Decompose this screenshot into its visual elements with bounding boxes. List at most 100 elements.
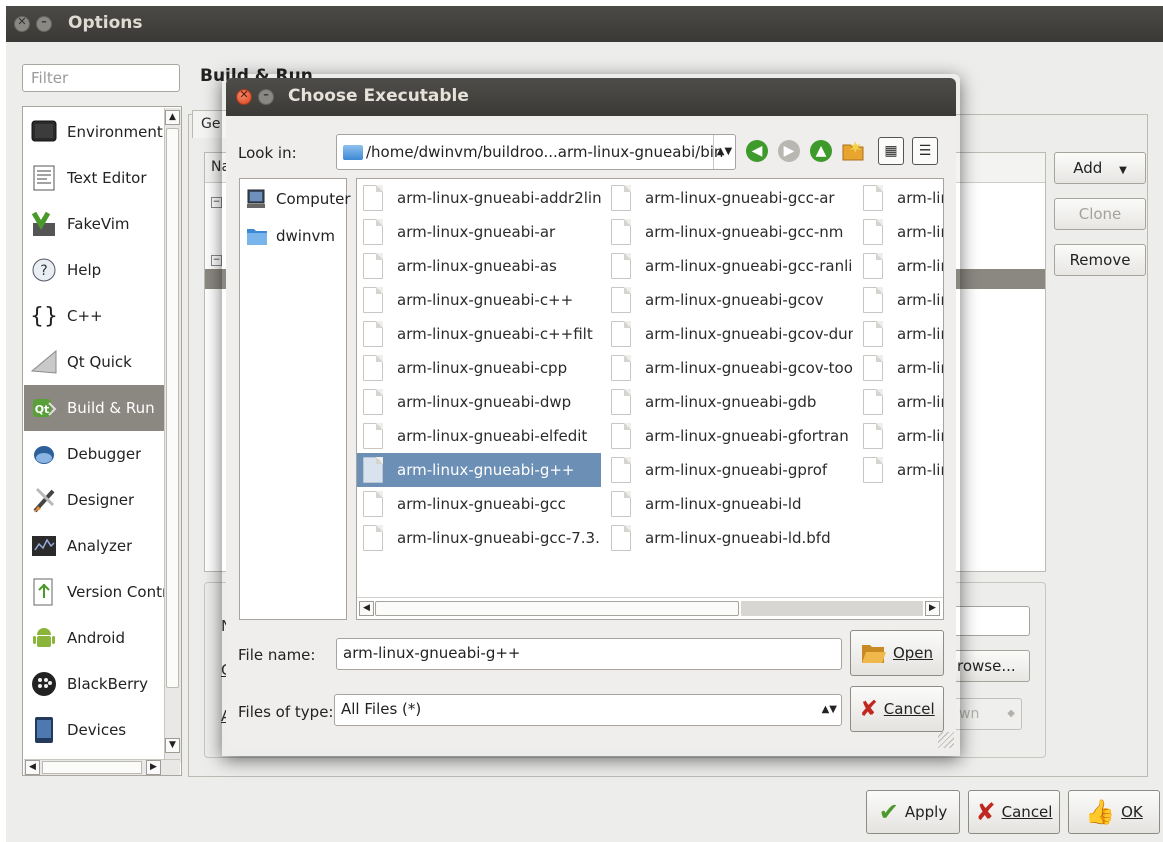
file-item[interactable]: arm-linux-gnueabi-as xyxy=(357,249,601,283)
ok-button[interactable]: 👍 OK xyxy=(1068,790,1160,834)
file-type-combo[interactable]: All Files (*) ▲▼ xyxy=(334,694,842,726)
file-item[interactable]: arm-linux-gnueabi-c++ xyxy=(357,283,601,317)
remove-button[interactable]: Remove xyxy=(1054,244,1146,276)
file-item[interactable]: arm-linux-gnueabi-elfedit xyxy=(357,419,601,453)
cancel-label: Cancel xyxy=(883,700,935,718)
file-item[interactable]: arm-linux-gnueabi-gcov xyxy=(605,283,853,317)
file-item[interactable]: arm-linux-gnueabi-ar xyxy=(357,215,601,249)
browse-button[interactable]: rowse... xyxy=(954,650,1030,682)
close-window-button[interactable]: ✕ xyxy=(14,15,30,32)
file-item[interactable]: arm-lin xyxy=(857,181,943,215)
look-in-combo[interactable]: /home/dwinvm/buildroo...arm-linux-gnueab… xyxy=(336,134,736,170)
category-item-blackberry[interactable]: BlackBerry xyxy=(24,661,164,707)
scrollbar-track[interactable] xyxy=(741,601,923,616)
filter-input[interactable]: Filter xyxy=(22,64,180,92)
file-item[interactable]: arm-linux-gnueabi-gcc xyxy=(357,487,601,521)
file-item[interactable]: arm-linux-gnueabi-dwp xyxy=(357,385,601,419)
file-icon xyxy=(863,423,883,449)
dialog-minimize-button[interactable]: – xyxy=(258,88,274,105)
file-item[interactable]: arm-lin xyxy=(857,283,943,317)
abi-spinbox[interactable]: wn ◆ xyxy=(954,698,1022,730)
file-item[interactable]: arm-linux-gnueabi-gcc-nm xyxy=(605,215,853,249)
file-item[interactable]: arm-linux-gnueabi-gcov-dump xyxy=(605,317,853,351)
name-input[interactable] xyxy=(954,606,1030,636)
new-folder-button[interactable] xyxy=(840,138,866,164)
file-item[interactable]: arm-linux-gnueabi-c++filt xyxy=(357,317,601,351)
dialog-cancel-button[interactable]: ✘ Cancel xyxy=(850,686,944,732)
category-item-environment[interactable]: Environment xyxy=(24,109,164,155)
file-item[interactable]: arm-lin xyxy=(857,351,943,385)
detail-view-button[interactable]: ☰ xyxy=(912,137,938,165)
file-item[interactable]: arm-linux-gnueabi-cpp xyxy=(357,351,601,385)
file-item[interactable]: arm-linux-gnueabi-gdb xyxy=(605,385,853,419)
places-sidebar[interactable]: Computer dwinvm xyxy=(239,178,351,620)
category-item-version-control[interactable]: Version Control xyxy=(24,569,164,615)
parent-directory-button[interactable]: ▲ xyxy=(808,138,834,164)
forward-button[interactable]: ▶ xyxy=(776,138,802,164)
file-item[interactable]: arm-linux-gnueabi-gprof xyxy=(605,453,853,487)
category-item-designer[interactable]: Designer xyxy=(24,477,164,523)
category-label: Designer xyxy=(67,491,135,509)
file-list-horizontal-scrollbar[interactable]: ◀ ▶ xyxy=(357,597,943,619)
tree-expander-icon[interactable]: − xyxy=(211,197,222,208)
place-dwinvm[interactable]: dwinvm xyxy=(246,225,335,247)
category-item-text-editor[interactable]: Text Editor xyxy=(24,155,164,201)
dialog-close-button[interactable]: ✕ xyxy=(236,88,252,105)
category-item-help[interactable]: ? Help xyxy=(24,247,164,293)
category-vertical-scrollbar[interactable]: ▲ ▼ xyxy=(164,108,181,763)
scroll-up-arrow-icon[interactable]: ▲ xyxy=(165,110,180,125)
file-item[interactable]: arm-lin xyxy=(857,215,943,249)
category-item-build-run[interactable]: Qt Build & Run xyxy=(24,385,164,431)
scrollbar-thumb[interactable] xyxy=(42,761,142,774)
file-item[interactable]: arm-linux-gnueabi-gcc-7.3.1 xyxy=(357,521,601,555)
clone-button[interactable]: Clone xyxy=(1054,198,1146,230)
category-list[interactable]: Environment Text Editor FakeVim ? Help {… xyxy=(22,106,182,776)
apply-button[interactable]: ✔ Apply xyxy=(866,790,960,834)
category-item-qt-quick[interactable]: Qt Quick xyxy=(24,339,164,385)
category-item-fakevim[interactable]: FakeVim xyxy=(24,201,164,247)
file-item[interactable]: arm-lin xyxy=(857,249,943,283)
file-item[interactable]: arm-lin xyxy=(857,453,943,487)
file-item[interactable]: arm-linux-gnueabi-addr2line xyxy=(357,181,601,215)
add-button[interactable]: Add ▼ xyxy=(1054,152,1146,184)
scrollbar-thumb[interactable] xyxy=(375,601,739,616)
category-item-devices[interactable]: Devices xyxy=(24,707,164,753)
back-button[interactable]: ◀ xyxy=(744,138,770,164)
minimize-window-button[interactable]: – xyxy=(36,15,52,32)
file-item[interactable]: arm-linux-gnueabi-gfortran xyxy=(605,419,853,453)
open-button[interactable]: Open xyxy=(850,630,944,676)
category-item-analyzer[interactable]: Analyzer xyxy=(24,523,164,569)
file-item[interactable]: arm-linux-gnueabi-g++ xyxy=(357,453,601,487)
category-item-cpp[interactable]: {} C++ xyxy=(24,293,164,339)
debugger-icon xyxy=(30,440,58,468)
tree-expander-icon[interactable]: − xyxy=(211,255,222,266)
file-name: arm-linux-gnueabi-ld xyxy=(645,495,802,513)
scroll-down-arrow-icon[interactable]: ▼ xyxy=(165,738,180,753)
file-item[interactable]: arm-linux-gnueabi-gcc-ranlib xyxy=(605,249,853,283)
scrollbar-thumb[interactable] xyxy=(166,128,179,688)
category-item-android[interactable]: Android xyxy=(24,615,164,661)
icon-view-button[interactable]: ▦ xyxy=(878,137,904,165)
folder-icon xyxy=(247,229,267,245)
file-item[interactable]: arm-linux-gnueabi-ld.bfd xyxy=(605,521,853,555)
file-list[interactable]: arm-linux-gnueabi-addr2line arm-linux-gnu… xyxy=(356,178,944,620)
scroll-left-arrow-icon[interactable]: ◀ xyxy=(359,601,374,616)
file-item[interactable]: arm-lin xyxy=(857,419,943,453)
file-name-input[interactable]: arm-linux-gnueabi-g++ xyxy=(336,638,842,670)
file-icon xyxy=(611,287,631,313)
scroll-right-arrow-icon[interactable]: ▶ xyxy=(925,601,940,616)
file-item[interactable]: arm-linux-gnueabi-gcc-ar xyxy=(605,181,853,215)
category-horizontal-scrollbar[interactable]: ◀ ▶ xyxy=(24,759,180,775)
resize-grip[interactable] xyxy=(938,732,954,748)
scroll-left-arrow-icon[interactable]: ◀ xyxy=(25,760,40,775)
file-column: arm-linux-gnueabi-addr2line arm-linux-gnu… xyxy=(357,181,601,555)
file-item[interactable]: arm-lin xyxy=(857,317,943,351)
scroll-right-arrow-icon[interactable]: ▶ xyxy=(146,760,161,775)
file-name: arm-linux-gnueabi-ar xyxy=(397,223,556,241)
file-item[interactable]: arm-lin xyxy=(857,385,943,419)
place-computer[interactable]: Computer xyxy=(246,189,351,209)
file-item[interactable]: arm-linux-gnueabi-gcov-tool xyxy=(605,351,853,385)
cancel-button[interactable]: ✘ Cancel xyxy=(968,790,1060,834)
file-item[interactable]: arm-linux-gnueabi-ld xyxy=(605,487,853,521)
category-item-debugger[interactable]: Debugger xyxy=(24,431,164,477)
